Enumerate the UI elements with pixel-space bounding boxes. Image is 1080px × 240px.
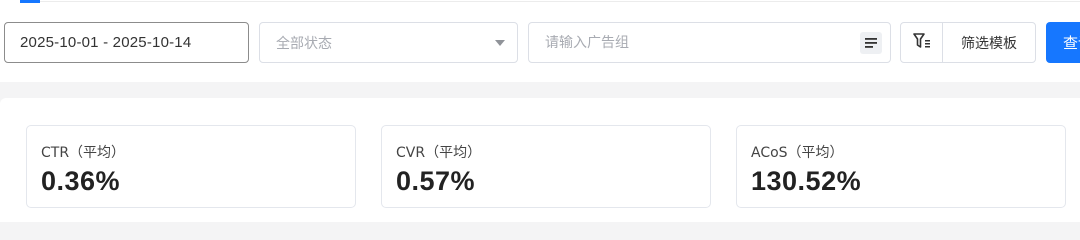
filter-button[interactable]	[901, 23, 943, 62]
metric-value: 130.52%	[751, 166, 862, 196]
metric-card-acos: ACoS（平均） 130.52%	[736, 125, 1066, 208]
date-range-picker[interactable]: 2025-10-01 - 2025-10-14	[4, 22, 249, 63]
filter-template-button[interactable]: 筛选模板	[943, 23, 1035, 62]
metric-value: 0.36%	[41, 166, 121, 196]
metric-label: ACoS（平均）	[751, 145, 844, 161]
list-icon[interactable]	[860, 32, 882, 54]
query-button-label: 查询	[1063, 34, 1080, 52]
ad-group-search[interactable]	[528, 22, 891, 63]
metric-card-cvr: CVR（平均） 0.57%	[381, 125, 711, 208]
metric-value: 0.57%	[396, 166, 476, 196]
chevron-down-icon	[495, 40, 505, 46]
filter-icon	[912, 32, 931, 53]
status-select[interactable]: 全部状态	[259, 22, 518, 63]
date-range-value: 2025-10-01 - 2025-10-14	[20, 34, 192, 51]
status-select-placeholder: 全部状态	[276, 35, 332, 52]
active-tab-indicator	[20, 0, 40, 3]
query-button[interactable]: 查询	[1046, 22, 1080, 63]
metric-card-ctr: CTR（平均） 0.36%	[26, 125, 356, 208]
filter-template-label: 筛选模板	[961, 35, 1017, 52]
divider	[40, 1, 1080, 2]
metric-label: CTR（平均）	[41, 145, 126, 161]
metric-label: CVR（平均）	[396, 145, 482, 161]
filter-group: 筛选模板	[900, 22, 1036, 63]
toolbar: 2025-10-01 - 2025-10-14 全部状态 请输入广告组 筛选模板…	[0, 0, 1080, 82]
ad-group-input[interactable]	[545, 34, 835, 51]
